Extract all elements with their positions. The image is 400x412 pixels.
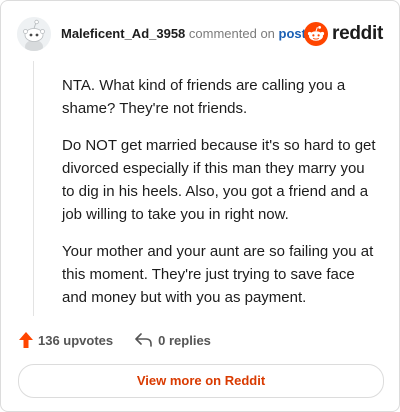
- reply-button[interactable]: 0 replies: [135, 333, 211, 348]
- upvote-button[interactable]: 136 upvotes: [19, 332, 113, 348]
- reddit-wordmark: reddit: [332, 23, 383, 44]
- comment-meta: Maleficent_Ad_3958 commented on post: [61, 26, 306, 42]
- reddit-brand[interactable]: reddit: [304, 21, 383, 47]
- upvotes-count: 136 upvotes: [38, 332, 114, 348]
- comment-paragraph: NTA. What kind of friends are calling yo…: [62, 77, 346, 117]
- thread-line: [33, 61, 34, 316]
- reply-arrow-icon: [135, 333, 152, 347]
- comment-body: NTA. What kind of friends are calling yo…: [62, 74, 380, 323]
- post-link[interactable]: post: [279, 26, 306, 41]
- avatar[interactable]: [17, 17, 51, 51]
- comment-card: Maleficent_Ad_3958 commented on post red…: [0, 0, 400, 412]
- comment-header: Maleficent_Ad_3958 commented on post red…: [17, 17, 383, 51]
- comment-paragraph: Do NOT get married because it's so hard …: [62, 137, 376, 223]
- upvote-arrow-icon: [19, 332, 33, 348]
- comment-actions: 136 upvotes 0 replies: [19, 330, 211, 350]
- reddit-logo-icon: [304, 22, 329, 46]
- snoo-avatar-icon: [17, 17, 51, 51]
- view-more-button[interactable]: View more on Reddit: [18, 364, 384, 398]
- replies-count: 0 replies: [158, 332, 211, 348]
- commented-on-text: commented on: [188, 26, 275, 41]
- comment-paragraph: Your mother and your aunt are so failing…: [62, 243, 374, 306]
- username-link[interactable]: Maleficent_Ad_3958: [61, 26, 185, 41]
